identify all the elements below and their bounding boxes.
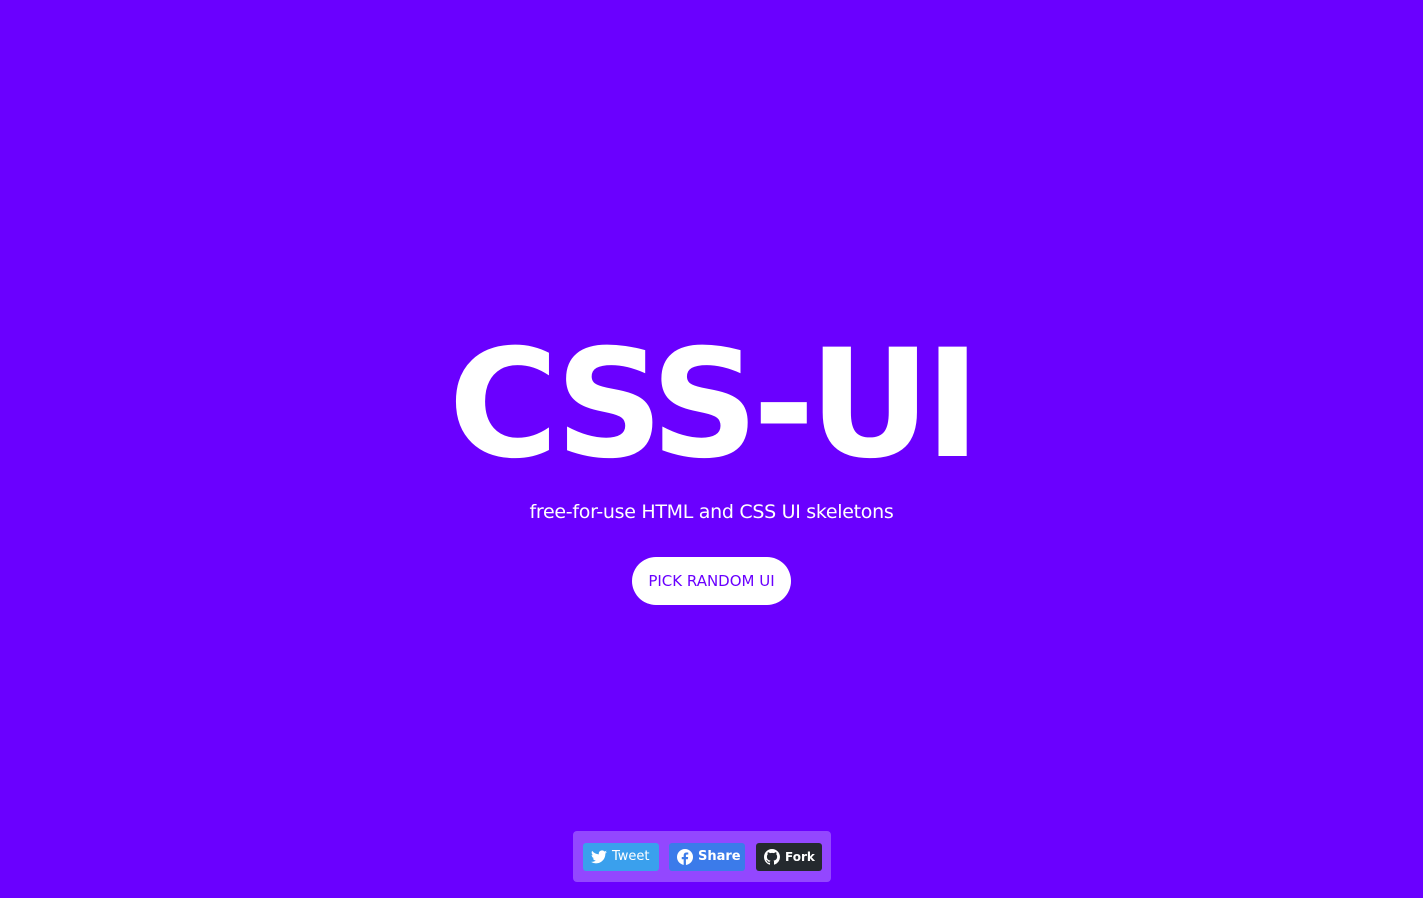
share-label: Share: [698, 849, 741, 864]
twitter-bird-icon: [591, 849, 607, 863]
tweet-label: Tweet: [612, 849, 650, 864]
tweet-button[interactable]: Tweet: [583, 842, 659, 871]
pick-random-ui-button[interactable]: PICK RANDOM UI: [632, 557, 791, 605]
page-subtitle: free-for-use HTML and CSS UI skeletons: [529, 501, 894, 523]
share-bar: Tweet Share Fork: [573, 831, 831, 882]
github-icon: [764, 848, 780, 865]
hero: CSS-UI free-for-use HTML and CSS UI skel…: [0, 330, 1423, 605]
github-fork-button[interactable]: Fork: [756, 842, 822, 871]
facebook-share-button[interactable]: Share: [669, 842, 745, 871]
facebook-icon: [677, 848, 693, 865]
fork-label: Fork: [785, 849, 815, 864]
page-title: CSS-UI: [448, 318, 980, 492]
